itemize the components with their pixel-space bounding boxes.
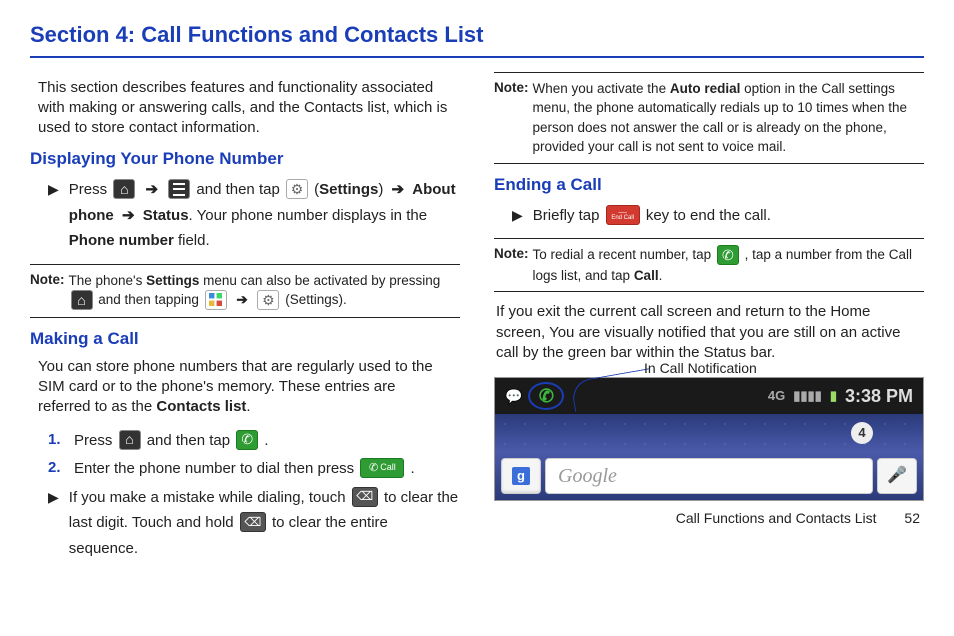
footer-title: Call Functions and Contacts List <box>676 510 877 526</box>
exit-paragraph: If you exit the current call screen and … <box>496 302 922 363</box>
displaying-content: Press ➔ and then tap (Settings) ➔ About … <box>69 177 460 254</box>
status-label: Status <box>143 207 189 224</box>
step-content: Press and then tap . <box>74 428 460 454</box>
arrow-icon: ➔ <box>145 181 158 198</box>
note-redial: Note: To redial a recent number, tap , t… <box>494 238 924 292</box>
call-label: Call <box>380 460 396 475</box>
voice-search-button[interactable]: 🎤 <box>877 458 917 494</box>
callout-label: In Call Notification <box>644 359 757 378</box>
bullet-arrow-icon: ▶ <box>48 180 59 199</box>
battery-icon: ▮ <box>830 387 837 405</box>
network-4g-icon: 4G <box>768 387 785 405</box>
heading-making-call: Making a Call <box>30 328 460 351</box>
right-column: Note: When you activate the Auto redial … <box>494 72 924 564</box>
gear-icon <box>257 290 279 310</box>
text: The phone's <box>69 273 147 288</box>
call-button-icon: Call <box>360 458 404 478</box>
arrow-icon: ➔ <box>236 292 247 307</box>
page-footer: Call Functions and Contacts List 52 <box>494 509 924 528</box>
text: Press <box>69 181 107 198</box>
left-column: This section describes features and func… <box>30 72 460 564</box>
end-call-icon: End Call <box>606 205 640 225</box>
ending-step: ▶ Briefly tap End Call key to end the ca… <box>512 203 924 229</box>
text: When you activate the <box>533 81 670 96</box>
text: field. <box>174 232 210 249</box>
text: key to end the call. <box>646 207 771 224</box>
page-number: 52 <box>904 510 920 526</box>
note-body: The phone's Settings menu can also be ac… <box>69 271 461 311</box>
text: Briefly tap <box>533 207 604 224</box>
auto-redial-label: Auto redial <box>670 81 741 96</box>
making-mistake-tip: ▶ If you make a mistake while dialing, t… <box>48 485 460 562</box>
home-icon <box>71 290 93 310</box>
clock: 3:38 PM <box>845 384 913 408</box>
step-content: Briefly tap End Call key to end the call… <box>533 203 924 229</box>
text: To redial a recent number, tap <box>533 247 715 262</box>
backspace-icon <box>240 512 266 532</box>
section-title: Section 4: Call Functions and Contacts L… <box>30 20 924 58</box>
text: menu can also be activated by pressing <box>199 273 440 288</box>
note-body: To redial a recent number, tap , tap a n… <box>533 245 925 285</box>
google-button[interactable]: g <box>501 458 541 494</box>
text: and then tapping <box>98 292 202 307</box>
intro-paragraph: This section describes features and func… <box>38 78 452 139</box>
making-call-intro: You can store phone numbers that are reg… <box>38 357 452 418</box>
contacts-list-label: Contacts list <box>156 398 246 415</box>
heading-displaying: Displaying Your Phone Number <box>30 148 460 171</box>
microphone-icon: 🎤 <box>887 465 907 487</box>
home-wallpaper: 4 <box>495 414 923 452</box>
call-label: Call <box>634 268 659 283</box>
arrow-icon: ➔ <box>392 181 405 198</box>
screenshot-figure: In Call Notification 💬 ✆ 4G ▮▮▮▮ ▮ 3:38 … <box>494 377 924 501</box>
menu-icon <box>168 179 190 199</box>
phone-status-bar: 💬 ✆ 4G ▮▮▮▮ ▮ 3:38 PM <box>495 378 923 414</box>
making-step-2: 2. Enter the phone number to dial then p… <box>48 456 460 482</box>
search-widget: g Google 🎤 <box>495 452 923 500</box>
tip-content: If you make a mistake while dialing, tou… <box>69 485 460 562</box>
step-number: 1. <box>48 430 64 450</box>
bullet-arrow-icon: ▶ <box>48 488 59 507</box>
phone-number-label: Phone number <box>69 232 174 249</box>
note-settings-menu: Note: The phone's Settings menu can also… <box>30 264 460 318</box>
note-label: Note: <box>494 245 529 285</box>
text: and then tap <box>196 181 279 198</box>
text: . <box>659 268 663 283</box>
heading-ending-call: Ending a Call <box>494 174 924 197</box>
search-input[interactable]: Google <box>545 458 873 494</box>
note-label: Note: <box>494 79 529 157</box>
in-call-indicator-icon: ✆ <box>528 382 564 410</box>
apps-grid-icon <box>205 290 227 310</box>
text: Press <box>74 432 117 449</box>
settings-label: Settings <box>319 181 378 198</box>
phone-icon <box>236 430 258 450</box>
backspace-icon <box>352 487 378 507</box>
phone-screenshot: 💬 ✆ 4G ▮▮▮▮ ▮ 3:38 PM 4 g <box>494 377 924 501</box>
text: Enter the phone number to dial then pres… <box>74 460 358 477</box>
home-page-indicator: 4 <box>851 422 873 444</box>
home-icon <box>113 179 135 199</box>
end-call-label: End Call <box>611 215 634 221</box>
text: Settings <box>146 273 199 288</box>
google-logo-icon: g <box>512 467 530 485</box>
note-auto-redial: Note: When you activate the Auto redial … <box>494 72 924 164</box>
text: If you make a mistake while dialing, tou… <box>69 489 350 506</box>
phone-icon <box>717 245 739 265</box>
step-number: 2. <box>48 458 64 478</box>
gear-icon <box>286 179 308 199</box>
text: and then tap <box>147 432 235 449</box>
step-content: Enter the phone number to dial then pres… <box>74 456 460 482</box>
note-body: When you activate the Auto redial option… <box>533 79 925 157</box>
home-icon <box>119 430 141 450</box>
displaying-step: ▶ Press ➔ and then tap (Settings) ➔ Abou… <box>48 177 460 254</box>
text: . Your phone number displays in the <box>189 207 428 224</box>
arrow-icon: ➔ <box>122 207 135 224</box>
making-step-1: 1. Press and then tap . <box>48 428 460 454</box>
notification-icon: 💬 <box>505 387 522 406</box>
text: (Settings). <box>285 292 347 307</box>
note-label: Note: <box>30 271 65 311</box>
bullet-arrow-icon: ▶ <box>512 206 523 225</box>
signal-bars-icon: ▮▮▮▮ <box>793 387 822 405</box>
